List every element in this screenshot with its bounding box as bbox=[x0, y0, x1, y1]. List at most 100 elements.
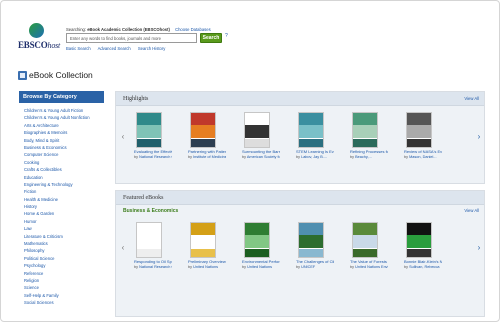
book-author-line: by American Society for Eng... bbox=[242, 155, 280, 159]
book-cover-image[interactable] bbox=[136, 222, 162, 258]
highlights-title: Highlights bbox=[123, 96, 149, 102]
book-card[interactable]: Preliminary Overview of t...by United Na… bbox=[188, 222, 226, 269]
highlights-next-arrow-icon[interactable]: › bbox=[476, 130, 482, 144]
category-link[interactable]: Biographies & Memoirs bbox=[19, 129, 104, 136]
book-cover-image[interactable] bbox=[190, 222, 216, 258]
book-card[interactable]: Bonnie Blair-Klein's Not ...by Sullivan,… bbox=[404, 222, 442, 269]
ebsco-logo[interactable]: EBSCOhost bbox=[18, 23, 62, 55]
book-author-link[interactable]: Sullivan, Rebecca bbox=[409, 265, 439, 269]
featured-header: Featured eBooks bbox=[116, 191, 484, 205]
category-link[interactable]: Engineering & Technology bbox=[19, 181, 104, 188]
book-cover-image[interactable] bbox=[352, 222, 378, 258]
book-cover-image[interactable] bbox=[136, 112, 162, 148]
by-label: by bbox=[350, 154, 355, 159]
category-link[interactable]: Humor bbox=[19, 218, 104, 225]
book-card[interactable]: Partnering with Patients ...by Institute… bbox=[188, 112, 226, 159]
category-link[interactable]: Crafts & Collectibles bbox=[19, 166, 104, 173]
book-author-link[interactable]: National Research Counc... bbox=[139, 155, 172, 159]
category-link[interactable]: Reference bbox=[19, 270, 104, 277]
book-author-link[interactable]: UNICEF bbox=[301, 265, 315, 269]
book-cover-image[interactable] bbox=[352, 112, 378, 148]
category-link[interactable]: Home & Garden bbox=[19, 210, 104, 217]
book-author-line: by National Research Counc... bbox=[134, 155, 172, 159]
choose-databases-link[interactable]: Choose Databases bbox=[175, 27, 211, 32]
category-link[interactable]: Mathematics bbox=[19, 240, 104, 247]
category-link[interactable]: Fiction bbox=[19, 188, 104, 195]
book-author-line: by Mason, Daniel... bbox=[404, 155, 442, 159]
category-link[interactable]: Business & Economics bbox=[19, 144, 104, 151]
book-cover-image[interactable] bbox=[298, 222, 324, 258]
book-author-line: by Labov, Jay B.... bbox=[296, 155, 334, 159]
category-link[interactable]: Arts & Architecture bbox=[19, 122, 104, 129]
category-list: Children's & Young Adult Fiction Children… bbox=[19, 107, 104, 307]
highlights-view-all-link[interactable]: View All bbox=[464, 96, 479, 101]
category-link[interactable]: Self-Help & Family bbox=[19, 292, 104, 299]
book-card[interactable]: The Challenges of Climate...by UNICEF bbox=[296, 222, 334, 269]
by-label: by bbox=[188, 264, 193, 269]
featured-category-title: Business & Economics bbox=[123, 208, 179, 214]
category-link[interactable]: Cooking bbox=[19, 159, 104, 166]
category-link[interactable]: Literature & Criticism bbox=[19, 233, 104, 240]
book-card[interactable]: The Value of Forests : Pa...by United Na… bbox=[350, 222, 388, 269]
by-label: by bbox=[242, 264, 247, 269]
book-cover-image[interactable] bbox=[244, 112, 270, 148]
book-card[interactable]: Environmental Performance...by United Na… bbox=[242, 222, 280, 269]
book-card[interactable]: STEM Learning Is Everywhe...by Labov, Ja… bbox=[296, 112, 334, 159]
book-card[interactable]: Review of NASA's Evidence...by Mason, Da… bbox=[404, 112, 442, 159]
featured-next-arrow-icon[interactable]: › bbox=[476, 241, 482, 255]
book-author-link[interactable]: Institute of Medicine (U.... bbox=[193, 155, 226, 159]
featured-panel: Featured eBooks Business & Economics Vie… bbox=[115, 190, 485, 317]
book-card[interactable]: Evaluating the Effectiven...by National … bbox=[134, 112, 172, 159]
highlights-prev-arrow-icon[interactable]: ‹ bbox=[120, 130, 126, 144]
category-link[interactable]: Social Sciences bbox=[19, 299, 104, 306]
book-author-link[interactable]: United Nations Environme... bbox=[355, 265, 388, 269]
category-link[interactable]: Children's & Young Adult Nonfiction bbox=[19, 114, 104, 121]
category-link[interactable]: Psychology bbox=[19, 262, 104, 269]
book-author-line: by National Research Counc... bbox=[134, 265, 172, 269]
category-link[interactable]: Children's & Young Adult Fiction bbox=[19, 107, 104, 114]
book-author-link[interactable]: United Nations bbox=[193, 265, 218, 269]
search-button[interactable]: Search bbox=[200, 33, 222, 43]
search-input[interactable]: Enter any words to find books, journals … bbox=[66, 33, 197, 43]
book-author-link[interactable]: American Society for Eng... bbox=[247, 155, 280, 159]
book-card[interactable]: Refining Processes for th...by Beachy,..… bbox=[350, 112, 388, 159]
category-link[interactable]: Computer Science bbox=[19, 151, 104, 158]
search-history-link[interactable]: Search History bbox=[138, 46, 165, 51]
category-link[interactable]: Body, Mind & Spirit bbox=[19, 137, 104, 144]
book-author-link[interactable]: Beachy,... bbox=[355, 155, 372, 159]
book-author-link[interactable]: National Research Counc... bbox=[139, 265, 172, 269]
searching-label: Searching: bbox=[66, 27, 87, 32]
featured-view-all-link[interactable]: View All bbox=[464, 208, 479, 213]
category-link[interactable]: Science bbox=[19, 284, 104, 291]
by-label: by bbox=[404, 264, 409, 269]
featured-prev-arrow-icon[interactable]: ‹ bbox=[120, 241, 126, 255]
logo-globe-icon bbox=[29, 23, 44, 38]
book-author-link[interactable]: Labov, Jay B.... bbox=[301, 155, 327, 159]
book-cover-image[interactable] bbox=[406, 222, 432, 258]
basic-search-link[interactable]: Basic Search bbox=[66, 46, 91, 51]
book-card[interactable]: Surmounting the Barriers ...by American … bbox=[242, 112, 280, 159]
by-label: by bbox=[296, 264, 301, 269]
category-link[interactable]: Law bbox=[19, 225, 104, 232]
category-link[interactable]: Education bbox=[19, 174, 104, 181]
header: EBSCOhost Searching: eBook Academic Coll… bbox=[1, 1, 499, 63]
page-frame: EBSCOhost Searching: eBook Academic Coll… bbox=[0, 0, 500, 322]
category-link[interactable]: Philosophy bbox=[19, 247, 104, 254]
book-author-link[interactable]: United Nations bbox=[247, 265, 272, 269]
book-cover-image[interactable] bbox=[406, 112, 432, 148]
by-label: by bbox=[134, 264, 139, 269]
book-author-link[interactable]: Mason, Daniel... bbox=[409, 155, 436, 159]
help-icon[interactable]: ? bbox=[225, 33, 228, 39]
ebook-collection-icon bbox=[18, 71, 27, 80]
category-link[interactable]: History bbox=[19, 203, 104, 210]
book-author-line: by Beachy,... bbox=[350, 155, 388, 159]
highlights-panel: Highlights View All ‹ › Evaluating the E… bbox=[115, 91, 485, 184]
advanced-search-link[interactable]: Advanced Search bbox=[98, 46, 131, 51]
book-cover-image[interactable] bbox=[190, 112, 216, 148]
book-cover-image[interactable] bbox=[298, 112, 324, 148]
book-cover-image[interactable] bbox=[244, 222, 270, 258]
book-card[interactable]: Responding to Oil Spills ...by National … bbox=[134, 222, 172, 269]
category-link[interactable]: Religion bbox=[19, 277, 104, 284]
category-link[interactable]: Health & Medicine bbox=[19, 196, 104, 203]
category-link[interactable]: Political Science bbox=[19, 255, 104, 262]
